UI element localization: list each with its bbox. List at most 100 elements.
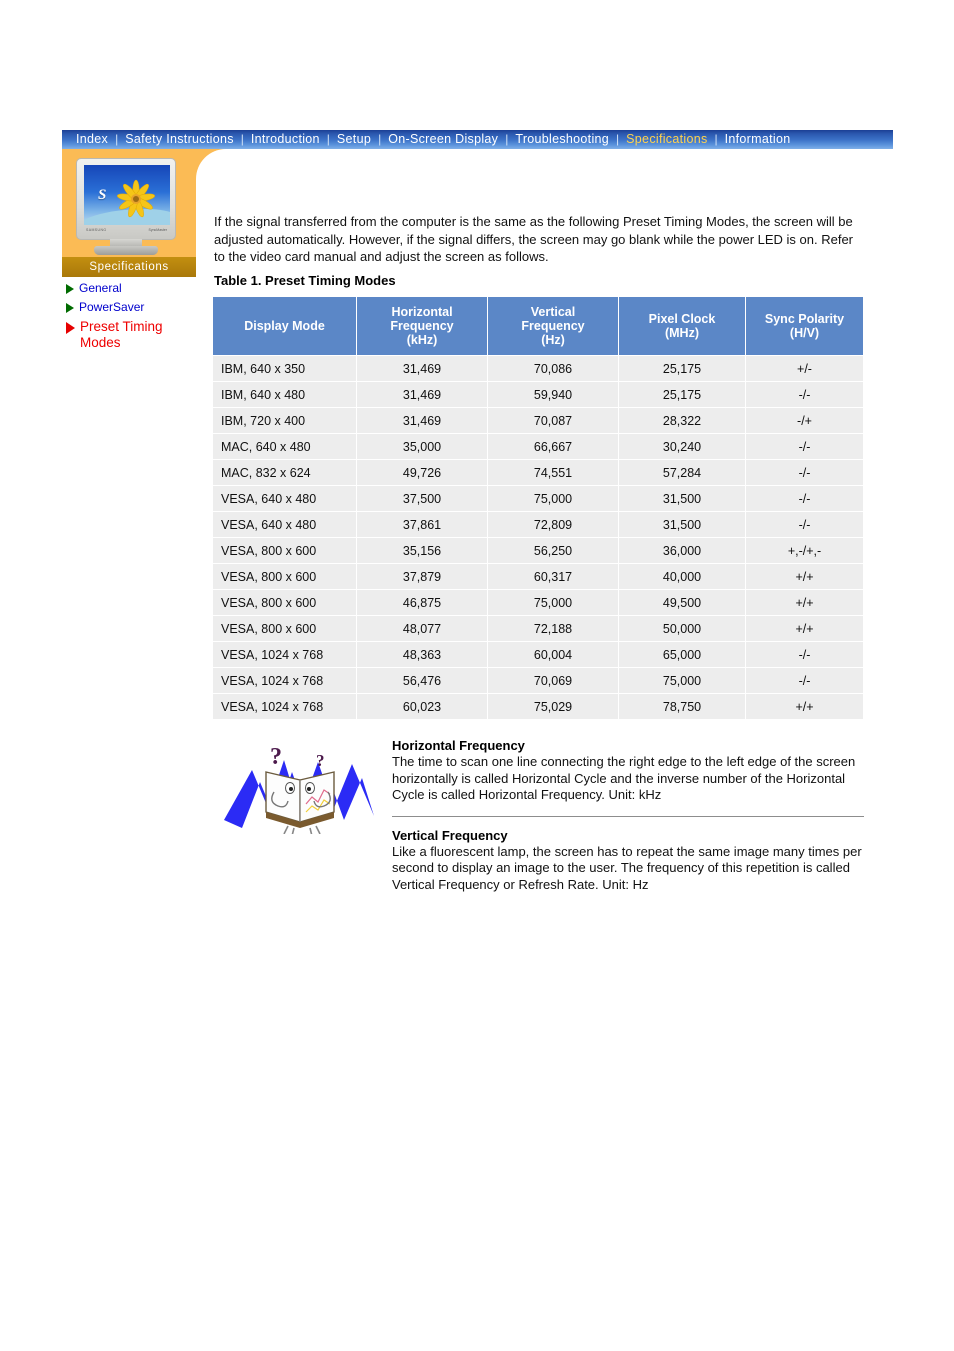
- red-triangle-icon: [66, 322, 75, 334]
- cell-vertical-frequency: 72,809: [488, 512, 618, 537]
- sidebar-item-preset-timing-modes[interactable]: Preset Timing Modes: [66, 319, 206, 351]
- cell-horizontal-frequency: 35,156: [357, 538, 487, 563]
- cell-sync-polarity: +/+: [746, 564, 863, 589]
- cell-horizontal-frequency: 49,726: [357, 460, 487, 485]
- cell-horizontal-frequency: 37,861: [357, 512, 487, 537]
- cell-sync-polarity: +,-/+,-: [746, 538, 863, 563]
- screen-letter-s: S: [98, 187, 107, 203]
- monitor-model-label: SyncMaster: [148, 228, 167, 232]
- cell-pixel-clock: 25,175: [619, 382, 745, 407]
- cell-display-mode: MAC, 832 x 624: [213, 460, 356, 485]
- nav-item-information[interactable]: Information: [719, 130, 797, 149]
- frequency-notes: Horizontal Frequency The time to scan on…: [392, 738, 864, 893]
- cell-pixel-clock: 49,500: [619, 590, 745, 615]
- nav-item-safety-instructions[interactable]: Safety Instructions: [119, 130, 240, 149]
- green-triangle-icon: [66, 284, 74, 294]
- section-tab-specifications: Specifications: [62, 257, 196, 277]
- table-row: MAC, 640 x 480 35,000 66,667 30,240 -/-: [213, 434, 863, 459]
- green-triangle-icon: [66, 303, 74, 313]
- table-row: IBM, 640 x 480 31,469 59,940 25,175 -/-: [213, 382, 863, 407]
- cell-sync-polarity: -/-: [746, 460, 863, 485]
- cell-sync-polarity: -/-: [746, 512, 863, 537]
- cell-vertical-frequency: 75,029: [488, 694, 618, 719]
- cell-display-mode: VESA, 800 x 600: [213, 564, 356, 589]
- column-header-sync-polarity-h-v-: Sync Polarity (H/V): [746, 297, 863, 355]
- sunflower-icon: [117, 179, 155, 218]
- cell-vertical-frequency: 56,250: [488, 538, 618, 563]
- cell-pixel-clock: 25,175: [619, 356, 745, 381]
- sidebar-item-powersaver[interactable]: PowerSaver: [66, 300, 206, 315]
- cell-sync-polarity: -/-: [746, 668, 863, 693]
- cell-vertical-frequency: 70,087: [488, 408, 618, 433]
- table-row: VESA, 800 x 600 37,879 60,317 40,000 +/+: [213, 564, 863, 589]
- cell-vertical-frequency: 60,317: [488, 564, 618, 589]
- cell-display-mode: VESA, 640 x 480: [213, 512, 356, 537]
- column-header-pixel-clock-mhz-: Pixel Clock (MHz): [619, 297, 745, 355]
- cell-vertical-frequency: 60,004: [488, 642, 618, 667]
- sidebar-item-label: PowerSaver: [79, 300, 145, 314]
- cell-pixel-clock: 36,000: [619, 538, 745, 563]
- cell-pixel-clock: 40,000: [619, 564, 745, 589]
- vertical-frequency-title: Vertical Frequency: [392, 827, 508, 843]
- cell-vertical-frequency: 75,000: [488, 590, 618, 615]
- nav-item-troubleshooting[interactable]: Troubleshooting: [509, 130, 615, 149]
- cell-display-mode: VESA, 1024 x 768: [213, 642, 356, 667]
- table-row: VESA, 640 x 480 37,500 75,000 31,500 -/-: [213, 486, 863, 511]
- table-row: VESA, 1024 x 768 60,023 75,029 78,750 +/+: [213, 694, 863, 719]
- table-row: VESA, 800 x 600 35,156 56,250 36,000 +,-/+,-: [213, 538, 863, 563]
- nav-item-introduction[interactable]: Introduction: [245, 130, 326, 149]
- cell-horizontal-frequency: 37,879: [357, 564, 487, 589]
- cell-vertical-frequency: 75,000: [488, 486, 618, 511]
- cell-sync-polarity: -/+: [746, 408, 863, 433]
- nav-item-index[interactable]: Index: [70, 130, 114, 149]
- cell-vertical-frequency: 74,551: [488, 460, 618, 485]
- cell-display-mode: VESA, 1024 x 768: [213, 694, 356, 719]
- cell-pixel-clock: 28,322: [619, 408, 745, 433]
- table-row: VESA, 1024 x 768 48,363 60,004 65,000 -/-: [213, 642, 863, 667]
- cell-pixel-clock: 31,500: [619, 486, 745, 511]
- cell-horizontal-frequency: 31,469: [357, 382, 487, 407]
- sidebar-link-list: General PowerSaver Preset Timing Modes: [66, 281, 206, 355]
- horizontal-frequency-body: The time to scan one line connecting the…: [392, 754, 856, 802]
- sidebar-item-general[interactable]: General: [66, 281, 206, 296]
- horizontal-frequency-title: Horizontal Frequency: [392, 738, 525, 753]
- cell-vertical-frequency: 70,069: [488, 668, 618, 693]
- open-book-question-icon: ? ?: [224, 744, 374, 834]
- table-body: IBM, 640 x 350 31,469 70,086 25,175 +/- IBM, …: [213, 356, 863, 719]
- cell-horizontal-frequency: 60,023: [357, 694, 487, 719]
- monitor-product-image: S SAMSUNG SyncMaster: [76, 158, 182, 255]
- nav-item-setup[interactable]: Setup: [331, 130, 377, 149]
- cell-display-mode: IBM, 640 x 350: [213, 356, 356, 381]
- cell-vertical-frequency: 70,086: [488, 356, 618, 381]
- sidebar-panel-notch: [196, 149, 226, 179]
- svg-text:?: ?: [270, 744, 282, 770]
- table-row: VESA, 1024 x 768 56,476 70,069 75,000 -/-: [213, 668, 863, 693]
- cell-horizontal-frequency: 46,875: [357, 590, 487, 615]
- table-caption: Table 1. Preset Timing Modes: [214, 273, 396, 288]
- cell-horizontal-frequency: 48,077: [357, 616, 487, 641]
- vertical-frequency-body: Like a fluorescent lamp, the screen has …: [392, 843, 862, 892]
- monitor-screen: S: [84, 165, 170, 225]
- sidebar-item-label: Preset Timing Modes: [80, 319, 163, 350]
- table-row: IBM, 720 x 400 31,469 70,087 28,322 -/+: [213, 408, 863, 433]
- sidebar-item-label: General: [79, 281, 122, 295]
- cell-vertical-frequency: 72,188: [488, 616, 618, 641]
- table-row: VESA, 640 x 480 37,861 72,809 31,500 -/-: [213, 512, 863, 537]
- cell-pixel-clock: 78,750: [619, 694, 745, 719]
- table-row: VESA, 800 x 600 46,875 75,000 49,500 +/+: [213, 590, 863, 615]
- preset-timing-modes-table: Display Mode Horizontal Frequency (kHz) Vert…: [212, 296, 864, 720]
- cell-sync-polarity: +/+: [746, 694, 863, 719]
- cell-pixel-clock: 50,000: [619, 616, 745, 641]
- cell-display-mode: MAC, 640 x 480: [213, 434, 356, 459]
- cell-display-mode: IBM, 720 x 400: [213, 408, 356, 433]
- nav-item-specifications[interactable]: Specifications: [620, 130, 713, 149]
- cell-display-mode: VESA, 800 x 600: [213, 590, 356, 615]
- svg-text:?: ?: [316, 751, 325, 770]
- notes-divider: [392, 815, 864, 817]
- cell-vertical-frequency: 59,940: [488, 382, 618, 407]
- nav-item-on-screen-display[interactable]: On-Screen Display: [382, 130, 504, 149]
- cell-display-mode: VESA, 800 x 600: [213, 538, 356, 563]
- cell-sync-polarity: -/-: [746, 434, 863, 459]
- monitor-bezel: S SAMSUNG SyncMaster: [76, 158, 176, 240]
- cell-sync-polarity: +/+: [746, 616, 863, 641]
